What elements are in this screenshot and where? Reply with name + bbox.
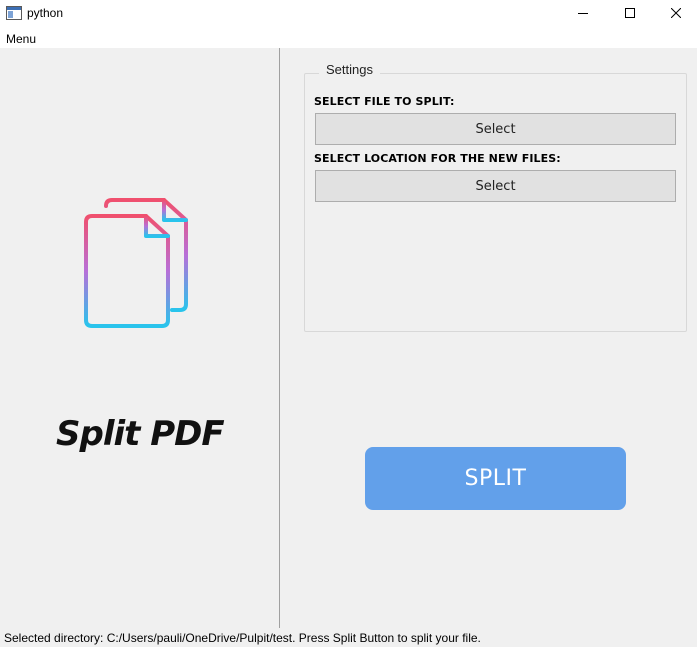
app-window: python Menu Split PDF Settings SELECT FI… [0,0,697,647]
select-file-button[interactable]: Select [315,113,676,145]
settings-title: Settings [319,62,380,77]
window-title: python [27,6,64,20]
minimize-button[interactable] [560,0,606,26]
settings-groupbox [304,73,687,332]
select-location-button[interactable]: Select [315,170,676,202]
minimize-icon [578,13,588,14]
documents-icon [84,198,188,328]
menu-item-menu[interactable]: Menu [6,32,36,46]
menu-bar: Menu [0,29,697,48]
close-icon [671,8,681,18]
app-logo-text: Split PDF [56,414,225,454]
panel-divider [279,48,280,628]
split-button[interactable]: SPLIT [365,447,626,510]
select-location-label: SELECT LOCATION FOR THE NEW FILES: [314,152,561,165]
status-bar: Selected directory: C:/Users/pauli/OneDr… [4,631,481,645]
left-panel [0,48,279,628]
maximize-icon [625,8,635,18]
title-bar: python [0,0,697,29]
close-button[interactable] [653,0,697,26]
python-window-icon [6,6,22,20]
maximize-button[interactable] [607,0,653,26]
select-file-label: SELECT FILE TO SPLIT: [314,95,455,108]
